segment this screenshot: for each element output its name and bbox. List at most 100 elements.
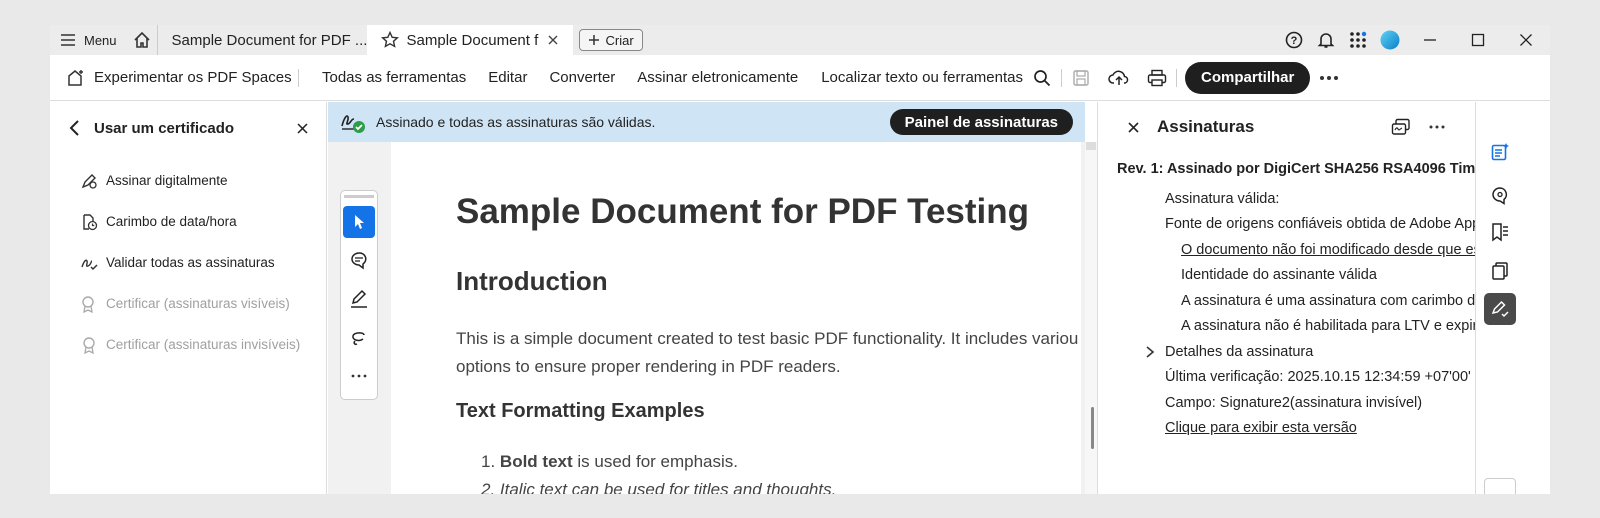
validity-heading: Assinatura válida: — [1165, 190, 1280, 207]
star-icon[interactable] — [380, 31, 399, 49]
validate-signatures-button[interactable] — [1383, 118, 1419, 136]
select-tool-button[interactable] — [343, 205, 375, 238]
maximize-button[interactable] — [1454, 25, 1502, 55]
signatures-rail-button[interactable] — [1484, 293, 1516, 325]
rail-collapse-button[interactable] — [1484, 478, 1516, 494]
doc-list-item: 2. Italic text can be used for titles an… — [481, 480, 837, 494]
certificate-panel: Usar um certificado Assinar digitalmente… — [50, 102, 327, 494]
close-icon[interactable] — [547, 34, 559, 46]
apps-grid-icon — [1350, 31, 1367, 48]
signatures-more-button[interactable] — [1419, 125, 1455, 129]
signatures-panel: Assinaturas Rev. 1: Assinado por DigiCer… — [1097, 102, 1475, 494]
plus-icon — [588, 35, 599, 45]
close-window-button[interactable] — [1502, 25, 1550, 55]
avatar[interactable] — [1374, 25, 1406, 55]
certify-invisible-item[interactable]: Certificar (assinaturas invisíveis) — [50, 324, 326, 365]
bookmarks-rail-button[interactable] — [1484, 216, 1516, 248]
validate-all-label: Validar todas as assinaturas — [106, 255, 275, 270]
all-tools-link[interactable]: Todas as ferramentas — [311, 69, 477, 86]
sign-digitally-item[interactable]: Assinar digitalmente — [50, 160, 326, 201]
share-button[interactable]: Compartilhar — [1185, 61, 1311, 94]
scroll-up-button[interactable] — [1086, 142, 1096, 150]
app-window: Menu Sample Document for PDF ... Sample … — [50, 25, 1550, 494]
print-button[interactable] — [1138, 55, 1176, 101]
doc-list-item: 1. Bold text is used for emphasis. — [481, 452, 738, 472]
certify-invisible-label: Certificar (assinaturas invisíveis) — [106, 337, 301, 352]
tab-document-1[interactable]: Sample Document for PDF ... — [156, 25, 367, 55]
certificate-badge-icon — [82, 295, 94, 313]
menu-label: Menu — [84, 32, 117, 48]
tab-document-2[interactable]: Sample Document f... — [366, 25, 573, 55]
comments-rail-button[interactable] — [1484, 179, 1516, 211]
create-button[interactable]: Criar — [578, 29, 643, 51]
home-icon — [133, 31, 150, 48]
main-toolbar: Experimentar os PDF Spaces Todas as ferr… — [50, 55, 1550, 101]
bell-icon — [1317, 33, 1335, 48]
save-button[interactable] — [1062, 55, 1100, 101]
document-viewer[interactable]: Sample Document for PDF Testing Introduc… — [328, 142, 1085, 494]
hamburger-icon — [61, 34, 75, 46]
maximize-icon — [1471, 33, 1485, 47]
scroll-thumb[interactable] — [1091, 407, 1094, 449]
create-label: Criar — [605, 32, 634, 48]
home-button[interactable] — [127, 25, 157, 55]
drag-handle[interactable] — [344, 195, 374, 198]
close-icon[interactable] — [1128, 121, 1139, 133]
save-icon — [1073, 69, 1089, 86]
close-icon — [1520, 34, 1532, 46]
certify-visible-label: Certificar (assinaturas visíveis) — [106, 296, 290, 311]
validate-all-item[interactable]: Validar todas as assinaturas — [50, 242, 326, 283]
doc-paragraph: This is a simple document created to tes… — [456, 325, 1085, 381]
search-tools-field[interactable]: Localizar texto ou ferramentas — [821, 69, 1023, 86]
doc-paragraph-line: options to ensure proper rendering in PD… — [456, 357, 841, 376]
sign-digitally-label: Assinar digitalmente — [106, 173, 228, 188]
signatures-title: Assinaturas — [1157, 117, 1255, 136]
convert-link[interactable]: Converter — [538, 69, 626, 86]
apps-button[interactable] — [1342, 25, 1374, 55]
upload-button[interactable] — [1100, 55, 1138, 101]
minimize-button[interactable] — [1406, 25, 1454, 55]
revision-row[interactable]: Rev. 1: Assinado por DigiCert SHA256 RSA… — [1098, 152, 1475, 186]
timestamp-item[interactable]: Carimbo de data/hora — [50, 201, 326, 242]
view-version-link[interactable]: Clique para exibir esta versão — [1098, 416, 1475, 442]
document-unmodified-link[interactable]: O documento não foi modificado desde que… — [1098, 237, 1475, 263]
close-icon[interactable] — [297, 122, 308, 134]
document-clock-icon — [83, 213, 98, 230]
help-button[interactable]: ? — [1278, 25, 1310, 55]
search-button[interactable] — [1023, 55, 1061, 101]
signature-details-row[interactable]: Detalhes da assinatura — [1098, 339, 1475, 365]
pages-rail-button[interactable] — [1484, 255, 1516, 287]
pdf-spaces-button[interactable]: Experimentar os PDF Spaces — [50, 68, 298, 88]
menu-button[interactable]: Menu — [50, 25, 127, 55]
signature-panel-button[interactable]: Painel de assinaturas — [889, 109, 1073, 135]
esign-link[interactable]: Assinar eletronicamente — [626, 69, 809, 86]
doc-heading-2: Introduction — [456, 266, 608, 296]
comment-at-icon — [1492, 187, 1508, 205]
svg-text:?: ? — [1291, 35, 1298, 47]
signature-details-label: Detalhes da assinatura — [1165, 343, 1314, 360]
comment-icon — [351, 252, 367, 270]
chevron-right-icon[interactable] — [1145, 346, 1155, 358]
certify-visible-item[interactable]: Certificar (assinaturas visíveis) — [50, 283, 326, 324]
cursor-arrow-icon — [355, 214, 364, 229]
panel-title: Usar um certificado — [94, 119, 235, 137]
signature-status-bar: Assinado e todas as assinaturas são váli… — [328, 102, 1085, 142]
revision-title: Rev. 1: Assinado por DigiCert SHA256 RSA… — [1117, 161, 1475, 177]
print-icon — [1147, 69, 1167, 86]
ai-assistant-button[interactable] — [1484, 136, 1516, 168]
ltv-text: A assinatura não é habilitada para LTV e… — [1181, 318, 1475, 335]
draw-tool-button[interactable] — [343, 322, 375, 354]
more-tools-button[interactable] — [343, 360, 375, 392]
edit-link[interactable]: Editar — [477, 69, 538, 86]
highlight-tool-button[interactable] — [343, 283, 375, 315]
quick-tools-bar — [340, 190, 378, 400]
notifications-button[interactable] — [1310, 25, 1342, 55]
back-arrow-icon[interactable] — [68, 119, 82, 137]
more-options-button[interactable] — [1310, 55, 1348, 101]
right-rail — [1475, 102, 1550, 494]
certificate-panel-header: Usar um certificado — [50, 102, 326, 154]
document-scrollbar[interactable] — [1085, 142, 1097, 494]
comment-tool-button[interactable] — [343, 245, 375, 277]
doc-heading-3: Text Formatting Examples — [456, 400, 705, 422]
title-bar-controls: ? — [1278, 25, 1550, 55]
